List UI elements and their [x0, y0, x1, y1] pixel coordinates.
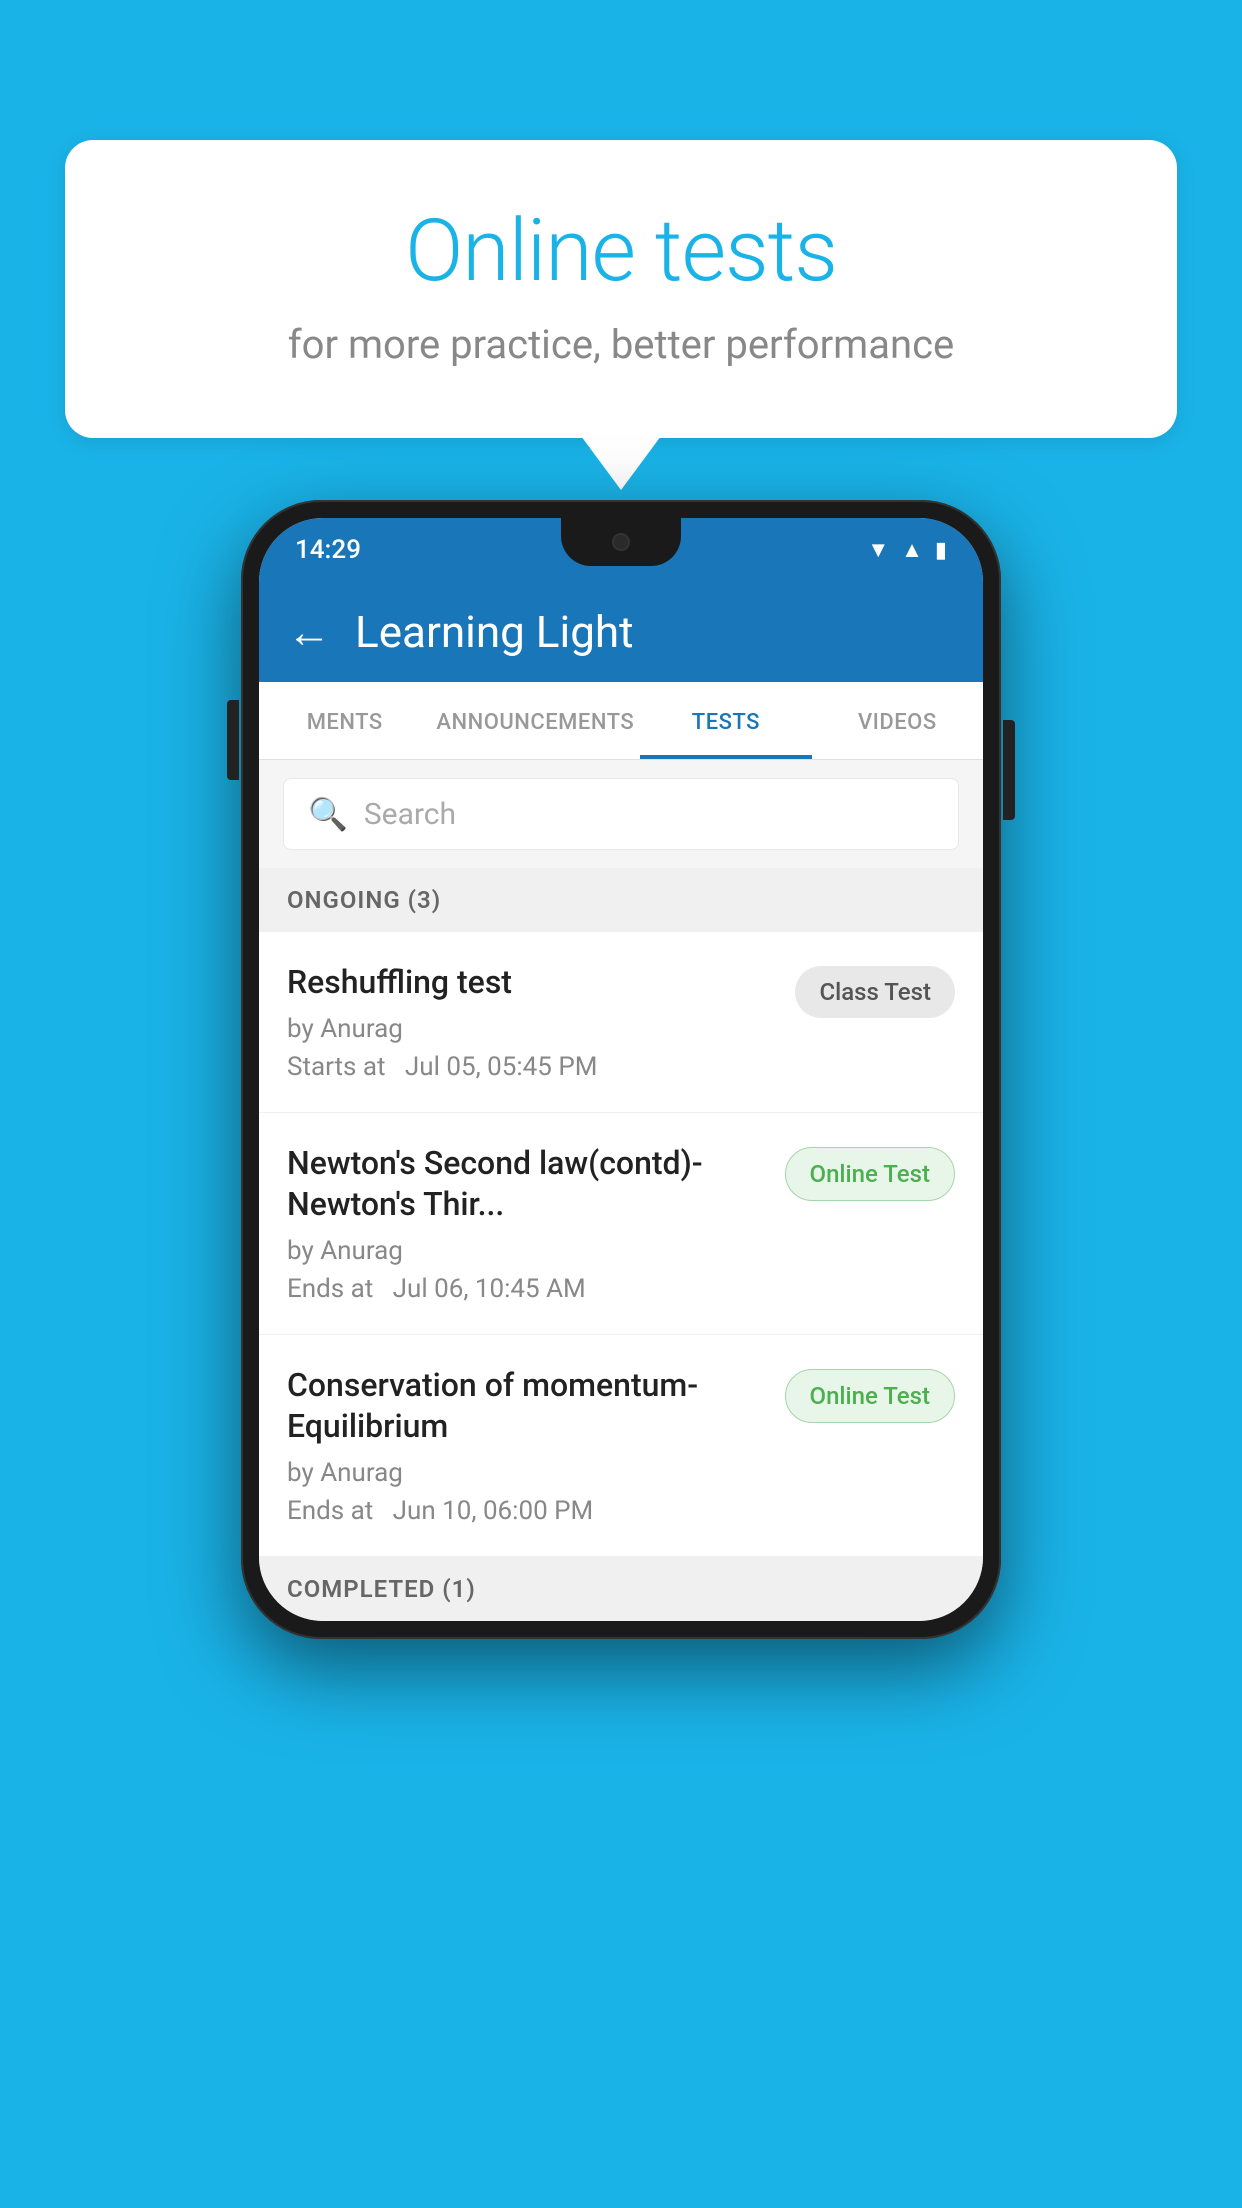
- test-item-2[interactable]: Newton's Second law(contd)-Newton's Thir…: [259, 1113, 983, 1335]
- phone-wrapper: 14:29 ▼ ▲ ▮ ← Learning Light MENTS ANNOU…: [241, 500, 1001, 1639]
- notch: [561, 518, 681, 566]
- test-content-1: Reshuffling test by Anurag Starts at Jul…: [287, 962, 779, 1082]
- test-badge-2: Online Test: [785, 1147, 955, 1201]
- test-content-2: Newton's Second law(contd)-Newton's Thir…: [287, 1143, 769, 1304]
- test-badge-3: Online Test: [785, 1369, 955, 1423]
- phone-outer: 14:29 ▼ ▲ ▮ ← Learning Light MENTS ANNOU…: [241, 500, 1001, 1639]
- test-by-1: by Anurag: [287, 1014, 779, 1044]
- status-time: 14:29: [295, 535, 361, 565]
- camera-dot: [612, 533, 630, 551]
- test-item-1[interactable]: Reshuffling test by Anurag Starts at Jul…: [259, 932, 983, 1113]
- signal-icon: ▲: [901, 537, 923, 563]
- test-date-2: Ends at Jul 06, 10:45 AM: [287, 1274, 769, 1304]
- search-icon: 🔍: [308, 795, 348, 833]
- bubble-title: Online tests: [145, 200, 1097, 301]
- test-date-3: Ends at Jun 10, 06:00 PM: [287, 1496, 769, 1526]
- test-list: Reshuffling test by Anurag Starts at Jul…: [259, 932, 983, 1557]
- test-item-3[interactable]: Conservation of momentum-Equilibrium by …: [259, 1335, 983, 1557]
- app-bar: ← Learning Light: [259, 582, 983, 682]
- ongoing-section-header: ONGOING (3): [259, 868, 983, 932]
- wifi-icon: ▼: [867, 537, 889, 563]
- test-by-3: by Anurag: [287, 1458, 769, 1488]
- app-title: Learning Light: [355, 606, 634, 658]
- tabs-bar: MENTS ANNOUNCEMENTS TESTS VIDEOS: [259, 682, 983, 760]
- tab-tests[interactable]: TESTS: [640, 682, 811, 759]
- completed-section-header: COMPLETED (1): [259, 1557, 983, 1621]
- search-placeholder: Search: [364, 797, 456, 832]
- search-container: 🔍 Search: [259, 760, 983, 868]
- test-by-2: by Anurag: [287, 1236, 769, 1266]
- search-bar[interactable]: 🔍 Search: [283, 778, 959, 850]
- speech-bubble-container: Online tests for more practice, better p…: [65, 140, 1177, 438]
- tab-announcements[interactable]: ANNOUNCEMENTS: [430, 682, 640, 759]
- test-name-1: Reshuffling test: [287, 962, 779, 1004]
- phone-screen: 14:29 ▼ ▲ ▮ ← Learning Light MENTS ANNOU…: [259, 518, 983, 1621]
- test-date-1: Starts at Jul 05, 05:45 PM: [287, 1052, 779, 1082]
- tab-videos[interactable]: VIDEOS: [812, 682, 983, 759]
- back-button[interactable]: ←: [287, 606, 331, 658]
- test-content-3: Conservation of momentum-Equilibrium by …: [287, 1365, 769, 1526]
- tab-ments[interactable]: MENTS: [259, 682, 430, 759]
- test-name-3: Conservation of momentum-Equilibrium: [287, 1365, 769, 1448]
- test-badge-1: Class Test: [795, 966, 955, 1018]
- speech-bubble: Online tests for more practice, better p…: [65, 140, 1177, 438]
- status-bar: 14:29 ▼ ▲ ▮: [259, 518, 983, 582]
- battery-icon: ▮: [935, 538, 947, 563]
- status-icons: ▼ ▲ ▮: [867, 537, 947, 563]
- bubble-subtitle: for more practice, better performance: [145, 321, 1097, 368]
- test-name-2: Newton's Second law(contd)-Newton's Thir…: [287, 1143, 769, 1226]
